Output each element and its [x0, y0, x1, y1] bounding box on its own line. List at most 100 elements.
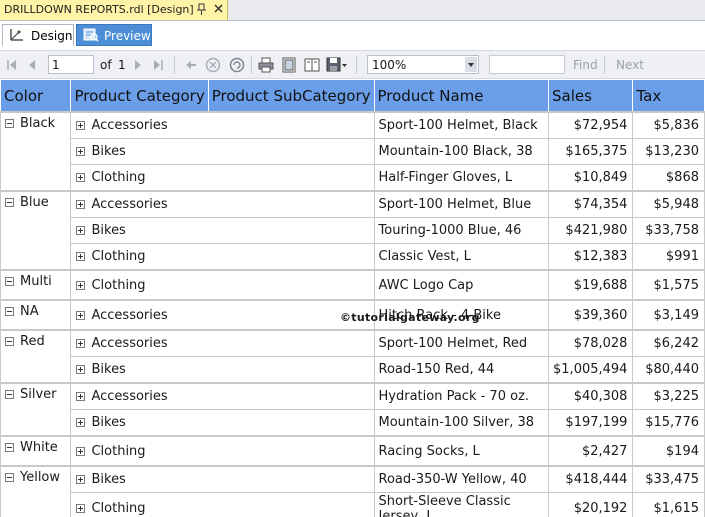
expand-toggle-icon[interactable] [76, 475, 86, 484]
color-group-cell: Red [0, 329, 72, 384]
page-number-input[interactable]: 1 [48, 55, 94, 74]
expand-toggle-icon[interactable] [76, 147, 86, 156]
tax-cell: $80,440 [632, 356, 705, 384]
column-header-product-category: Product Category [70, 79, 209, 113]
sales-cell: $418,444 [548, 465, 634, 493]
subcategory-cell [208, 269, 375, 301]
expand-toggle-icon[interactable] [76, 310, 86, 320]
color-label: NA [20, 304, 39, 319]
category-label: Bikes [91, 472, 126, 487]
page-setup-icon[interactable] [304, 56, 320, 74]
tax-cell: $991 [632, 243, 705, 271]
expand-toggle-icon[interactable] [76, 280, 86, 290]
collapse-toggle-icon[interactable] [5, 198, 14, 207]
table-row: Bikes Road-150 Red, 44 $1,005,494 $80,440 [1, 356, 705, 384]
color-label: Blue [20, 195, 49, 210]
collapse-toggle-icon[interactable] [5, 277, 14, 286]
expand-toggle-icon[interactable] [76, 504, 86, 513]
chevron-down-icon[interactable] [465, 57, 477, 72]
product-name-cell: Road-350-W Yellow, 40 [373, 465, 550, 493]
subcategory-cell [208, 190, 375, 218]
tax-cell: $1,575 [632, 269, 705, 301]
color-group-cell: Multi [0, 269, 72, 301]
expand-toggle-icon[interactable] [76, 365, 86, 374]
subcategory-cell [208, 465, 375, 493]
color-group-cell: White [0, 435, 72, 467]
collapse-toggle-icon[interactable] [5, 119, 14, 128]
expand-toggle-icon[interactable] [76, 446, 86, 456]
previous-page-icon[interactable] [27, 56, 37, 74]
tax-cell: $3,149 [632, 299, 705, 331]
collapse-toggle-icon[interactable] [5, 443, 14, 452]
expand-toggle-icon[interactable] [76, 418, 86, 427]
subcategory-cell [208, 409, 375, 437]
category-label: Accessories [91, 336, 168, 351]
first-page-icon[interactable] [6, 56, 18, 74]
column-header-color: Color [0, 79, 72, 113]
column-header-tax: Tax [632, 79, 705, 113]
collapse-toggle-icon[interactable] [5, 390, 14, 399]
stop-icon[interactable] [205, 56, 221, 74]
tax-cell: $13,230 [632, 138, 705, 165]
print-icon[interactable] [258, 56, 274, 74]
category-label: Accessories [91, 118, 168, 133]
tab-preview[interactable]: Preview [76, 24, 152, 46]
find-input[interactable] [489, 55, 565, 74]
category-label: Bikes [91, 144, 126, 159]
next-page-icon[interactable] [133, 56, 143, 74]
sales-cell: $39,360 [548, 299, 634, 331]
back-icon[interactable] [184, 56, 198, 74]
sales-cell: $72,954 [548, 111, 634, 139]
print-layout-icon[interactable] [281, 56, 297, 74]
tax-cell: $194 [632, 435, 705, 467]
tab-design[interactable]: Design [2, 24, 74, 46]
toolbar-separator [604, 56, 605, 74]
document-tab[interactable]: DRILLDOWN REPORTS.rdl [Design] [0, 0, 228, 20]
expand-toggle-icon[interactable] [76, 200, 86, 209]
expand-toggle-icon[interactable] [76, 121, 86, 130]
collapse-toggle-icon[interactable] [5, 473, 14, 482]
product-name-cell: Short-Sleeve Classic Jersey, L [373, 492, 550, 517]
category-label: Clothing [91, 249, 146, 264]
category-label: Clothing [91, 170, 146, 185]
zoom-select[interactable]: 100% [367, 55, 479, 74]
expand-toggle-icon[interactable] [76, 252, 86, 261]
last-page-icon[interactable] [152, 56, 164, 74]
product-name-cell: AWC Logo Cap [373, 269, 550, 301]
product-name-cell: Mountain-100 Black, 38 [373, 138, 550, 165]
tab-design-label: Design [31, 29, 73, 43]
table-row: Bikes Mountain-100 Silver, 38 $197,199 $15,… [1, 409, 705, 437]
document-tab-title: DRILLDOWN REPORTS.rdl [Design] [4, 3, 194, 16]
tax-cell: $1,615 [632, 492, 705, 517]
color-group-cell: NA [0, 299, 72, 331]
expand-toggle-icon[interactable] [76, 392, 86, 401]
export-icon[interactable] [326, 56, 348, 74]
refresh-icon[interactable] [229, 56, 245, 74]
table-row: Blue Accessories Sport-100 Helmet, Blue $74… [0, 190, 705, 271]
expand-toggle-icon[interactable] [76, 173, 86, 182]
preview-icon [83, 28, 99, 42]
pin-icon[interactable] [196, 2, 208, 16]
collapse-toggle-icon[interactable] [5, 337, 14, 346]
report-toolbar: 1 of 1 100% Find Next [0, 50, 705, 79]
product-name-cell: Half-Finger Gloves, L [373, 164, 550, 192]
document-tab-strip: DRILLDOWN REPORTS.rdl [Design] [0, 0, 705, 21]
report-body: Color Product Category Product SubCatego… [0, 79, 705, 517]
sales-cell: $12,383 [548, 243, 634, 271]
find-button[interactable]: Find [573, 58, 598, 72]
column-header-sales: Sales [548, 79, 634, 113]
sales-cell: $40,308 [548, 382, 634, 410]
category-label: Clothing [91, 277, 146, 293]
expand-toggle-icon[interactable] [76, 226, 86, 235]
collapse-toggle-icon[interactable] [5, 307, 14, 316]
category-cell: Clothing [70, 492, 209, 517]
sales-cell: $19,688 [548, 269, 634, 301]
find-next-button[interactable]: Next [616, 58, 644, 72]
close-icon[interactable] [213, 1, 225, 15]
table-row: Clothing Half-Finger Gloves, L $10,849 $868 [1, 164, 705, 192]
expand-toggle-icon[interactable] [76, 339, 86, 348]
category-label: Bikes [91, 362, 126, 377]
toolbar-separator [174, 56, 175, 74]
subcategory-cell [208, 435, 375, 467]
subcategory-cell [208, 164, 375, 192]
